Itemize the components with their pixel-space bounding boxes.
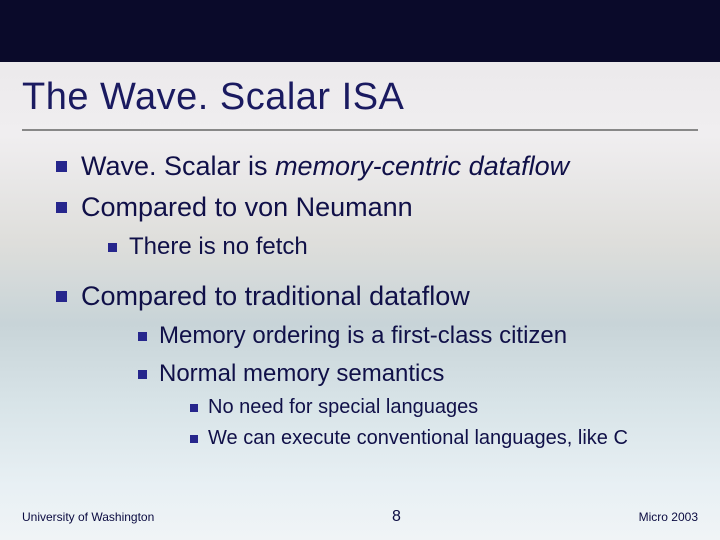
bullet-level2: Memory ordering is a first-class citizen bbox=[138, 322, 698, 350]
square-bullet-icon bbox=[190, 435, 198, 443]
title-bar bbox=[0, 0, 720, 62]
square-bullet-icon bbox=[108, 243, 117, 252]
bullet-text: Normal memory semantics bbox=[159, 360, 444, 388]
bullet-text: No need for special languages bbox=[208, 396, 478, 419]
slide-footer: University of Washington 8 Micro 2003 bbox=[0, 508, 720, 526]
bullet-text: There is no fetch bbox=[129, 233, 308, 261]
bullet-text: Memory ordering is a first-class citizen bbox=[159, 322, 567, 350]
square-bullet-icon bbox=[56, 291, 67, 302]
square-bullet-icon bbox=[56, 161, 67, 172]
slide-content: Wave. Scalar is memory-centric dataflow … bbox=[0, 131, 720, 450]
bullet-level1: Compared to von Neumann bbox=[56, 192, 698, 223]
square-bullet-icon bbox=[190, 404, 198, 412]
bullet-level3: We can execute conventional languages, l… bbox=[190, 427, 698, 450]
footer-left: University of Washington bbox=[22, 510, 154, 524]
slide-title: The Wave. Scalar ISA bbox=[0, 62, 720, 123]
bullet-text: Wave. Scalar is memory-centric dataflow bbox=[81, 151, 569, 182]
square-bullet-icon bbox=[138, 332, 147, 341]
bullet-level1: Compared to traditional dataflow bbox=[56, 281, 698, 312]
bullet-text: Compared to von Neumann bbox=[81, 192, 413, 223]
bullet-level2: Normal memory semantics bbox=[138, 360, 698, 388]
bullet-text: Compared to traditional dataflow bbox=[81, 281, 470, 312]
bullet-level2: There is no fetch bbox=[108, 233, 698, 261]
text-plain: Wave. Scalar is bbox=[81, 151, 275, 181]
bullet-level1: Wave. Scalar is memory-centric dataflow bbox=[56, 151, 698, 182]
square-bullet-icon bbox=[138, 370, 147, 379]
bullet-text: We can execute conventional languages, l… bbox=[208, 427, 628, 450]
text-emphasis: memory-centric dataflow bbox=[275, 151, 569, 181]
slide-number: 8 bbox=[392, 508, 401, 526]
bullet-level3: No need for special languages bbox=[190, 396, 698, 419]
footer-right: Micro 2003 bbox=[639, 510, 698, 524]
square-bullet-icon bbox=[56, 202, 67, 213]
